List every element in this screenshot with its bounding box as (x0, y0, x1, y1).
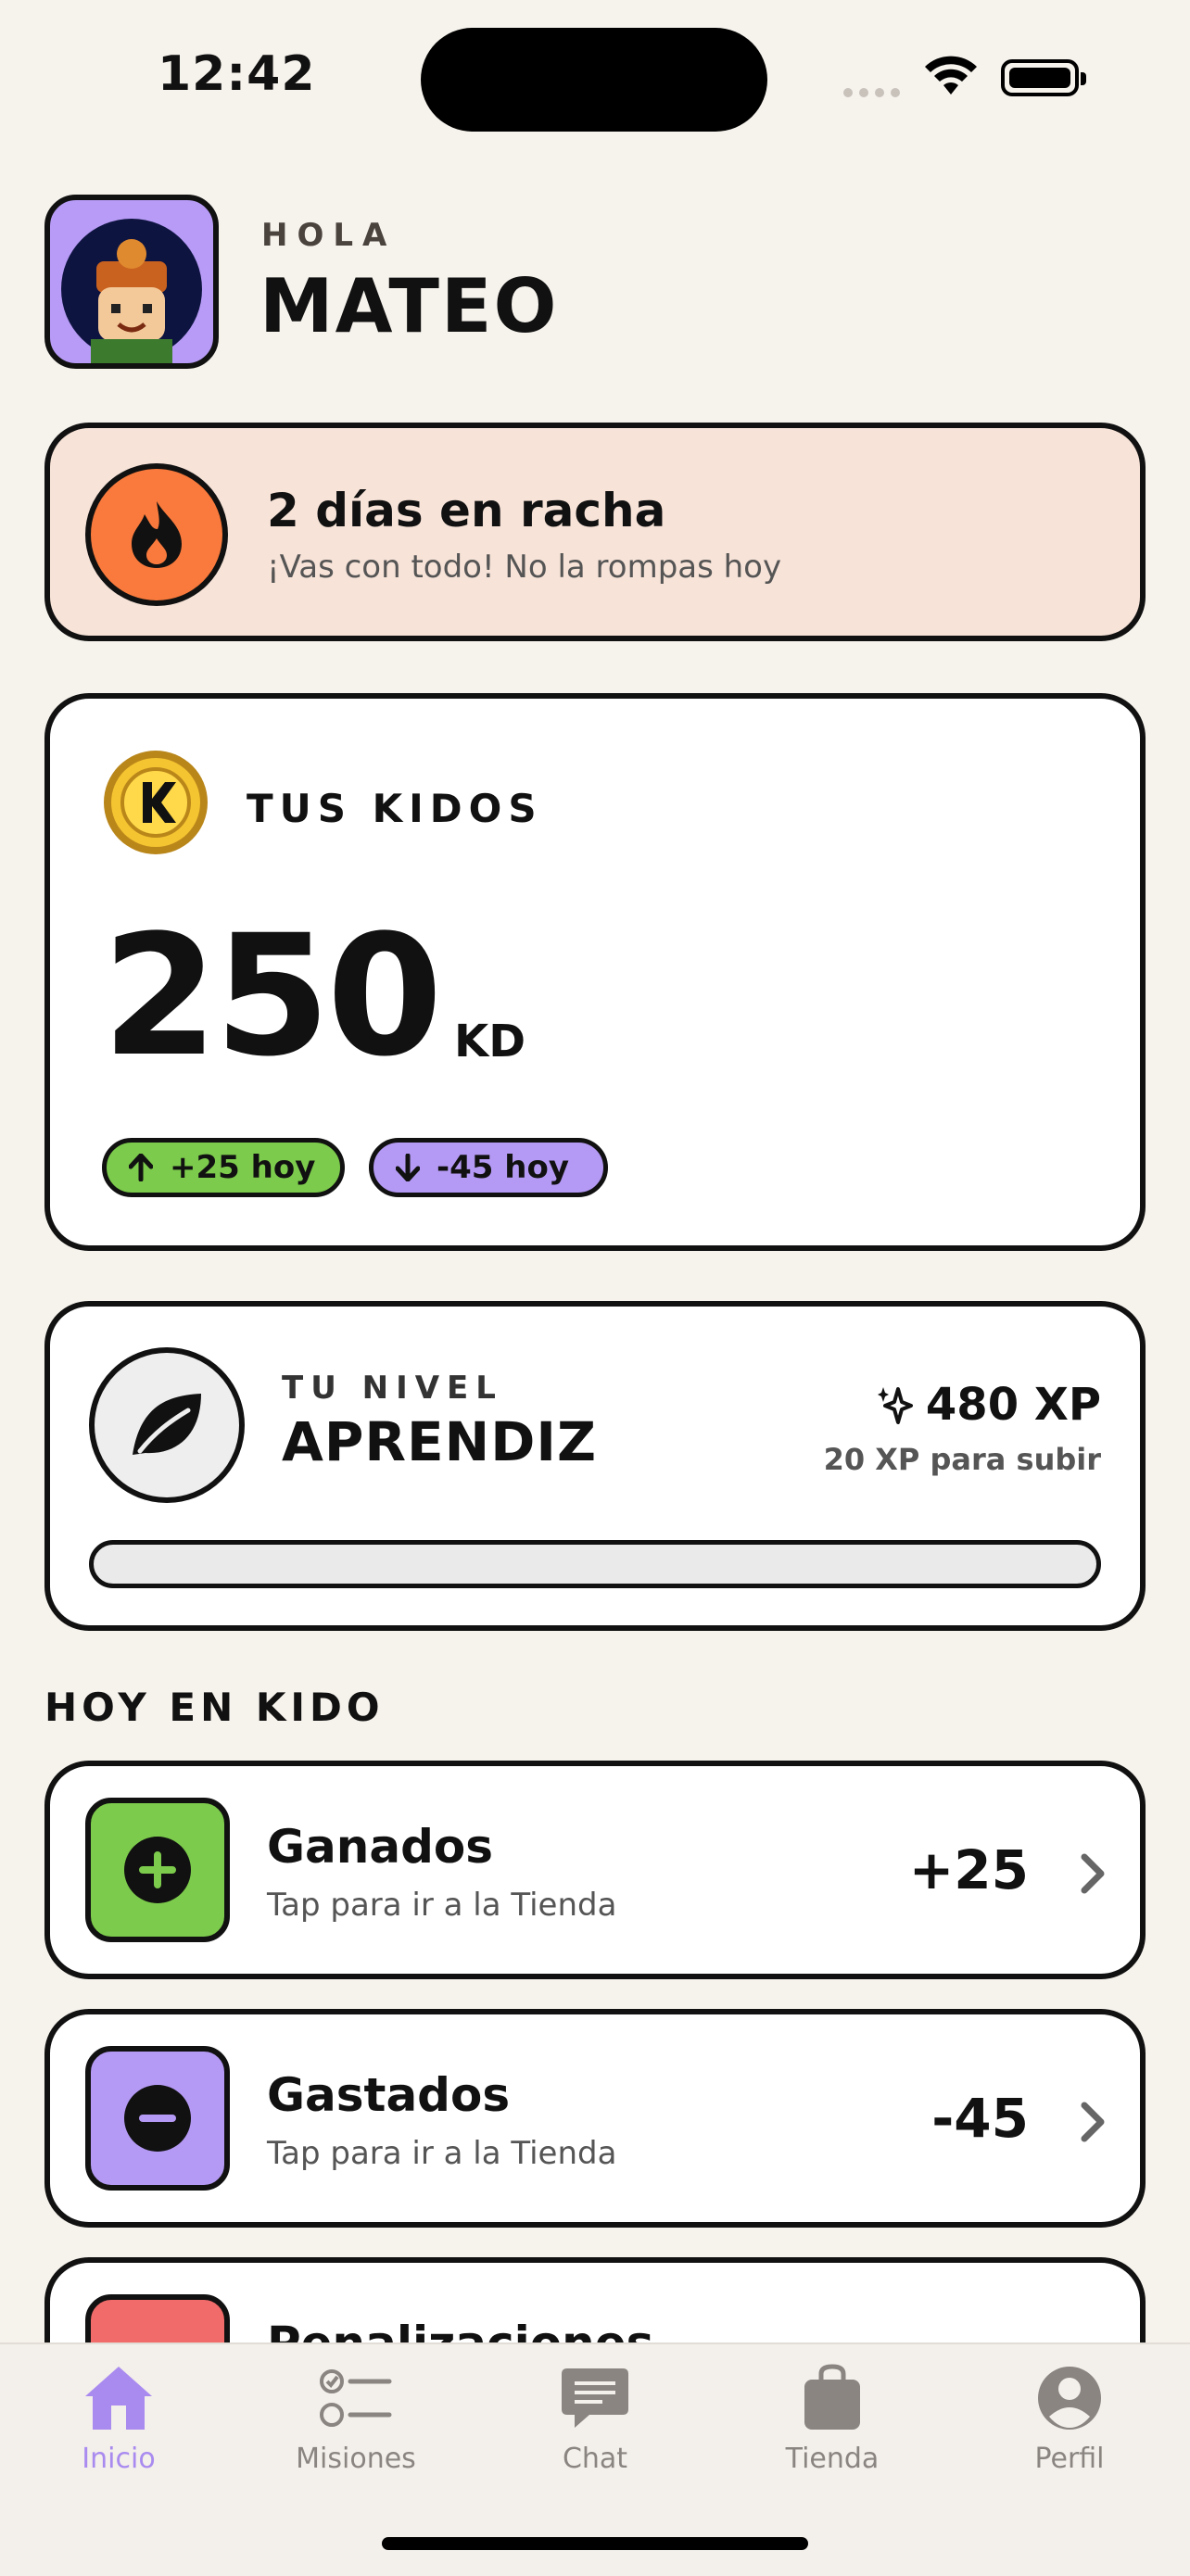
signal-dots-icon (843, 83, 906, 101)
tab-tienda[interactable]: Tienda (749, 2363, 916, 2475)
row-value: +25 (908, 1838, 1029, 1901)
home-icon (85, 2367, 152, 2430)
tab-label: Inicio (82, 2443, 156, 2475)
level-name: APRENDIZ (282, 1410, 597, 1473)
plus-circle-icon (85, 1798, 230, 1942)
coin-icon (102, 749, 209, 856)
dynamic-island (421, 28, 767, 132)
level-progress-bar (89, 1540, 1101, 1588)
tab-label: Tienda (785, 2443, 880, 2475)
xp-to-next: 20 XP para subir (823, 1442, 1101, 1477)
level-label: TU NIVEL (282, 1370, 503, 1407)
sparkle-icon (877, 1387, 913, 1424)
tab-label: Perfil (1034, 2443, 1105, 2475)
tab-chat[interactable]: Chat (512, 2363, 678, 2475)
greeting-label: HOLA (261, 217, 397, 254)
row-subtitle: Tap para ir a la Tienda (267, 1887, 617, 1924)
spent-row[interactable]: Gastados Tap para ir a la Tienda -45 (44, 2009, 1146, 2228)
xp-value: 480 XP (925, 1379, 1101, 1431)
row-subtitle: Tap para ir a la Tienda (267, 2135, 617, 2172)
tab-perfil[interactable]: Perfil (986, 2363, 1153, 2475)
home-indicator (382, 2537, 808, 2550)
row-value: -45 (931, 2087, 1029, 2150)
chevron-right-icon (1079, 1851, 1107, 1900)
chat-icon (562, 2368, 628, 2428)
minus-circle-icon (85, 2046, 230, 2191)
bag-icon (804, 2364, 860, 2430)
streak-title: 2 días en racha (267, 484, 666, 537)
earned-row[interactable]: Ganados Tap para ir a la Tienda +25 (44, 1761, 1146, 1979)
kidos-card[interactable]: TUS KIDOS 250 KD +25 hoy -45 hoy (44, 693, 1146, 1251)
flame-icon (85, 463, 228, 606)
spent-today-label: -45 hoy (437, 1149, 569, 1186)
tab-misiones[interactable]: Misiones (272, 2363, 439, 2475)
checklist-icon (320, 2369, 392, 2427)
battery-icon (1001, 59, 1086, 96)
level-card[interactable]: TU NIVEL APRENDIZ 480 XP 20 XP para subi… (44, 1301, 1146, 1631)
kidos-label: TUS KIDOS (247, 786, 543, 831)
person-icon (1038, 2367, 1101, 2430)
status-time: 12:42 (158, 46, 316, 102)
row-title: Gastados (267, 2068, 511, 2122)
row-title: Ganados (267, 1820, 494, 1874)
kidos-balance: 250 (102, 900, 443, 1093)
tab-inicio[interactable]: Inicio (35, 2363, 202, 2475)
tab-label: Chat (562, 2443, 628, 2475)
leaf-icon (89, 1347, 245, 1503)
earned-today-pill: +25 hoy (102, 1138, 345, 1197)
tab-label: Misiones (296, 2443, 416, 2475)
avatar[interactable] (44, 195, 219, 369)
streak-card[interactable]: 2 días en racha ¡Vas con todo! No la rom… (44, 423, 1146, 641)
earned-today-label: +25 hoy (170, 1149, 316, 1186)
spent-today-pill: -45 hoy (369, 1138, 608, 1197)
kidos-unit: KD (454, 1016, 526, 1067)
xp-total: 480 XP (877, 1379, 1101, 1431)
user-name: MATEO (260, 263, 559, 349)
streak-subtitle: ¡Vas con todo! No la rompas hoy (267, 549, 782, 586)
arrow-up-icon (129, 1154, 153, 1181)
chevron-right-icon (1079, 2100, 1107, 2148)
arrow-down-icon (396, 1154, 420, 1181)
section-title: HOY EN KIDO (44, 1685, 385, 1730)
wifi-icon (923, 54, 979, 100)
